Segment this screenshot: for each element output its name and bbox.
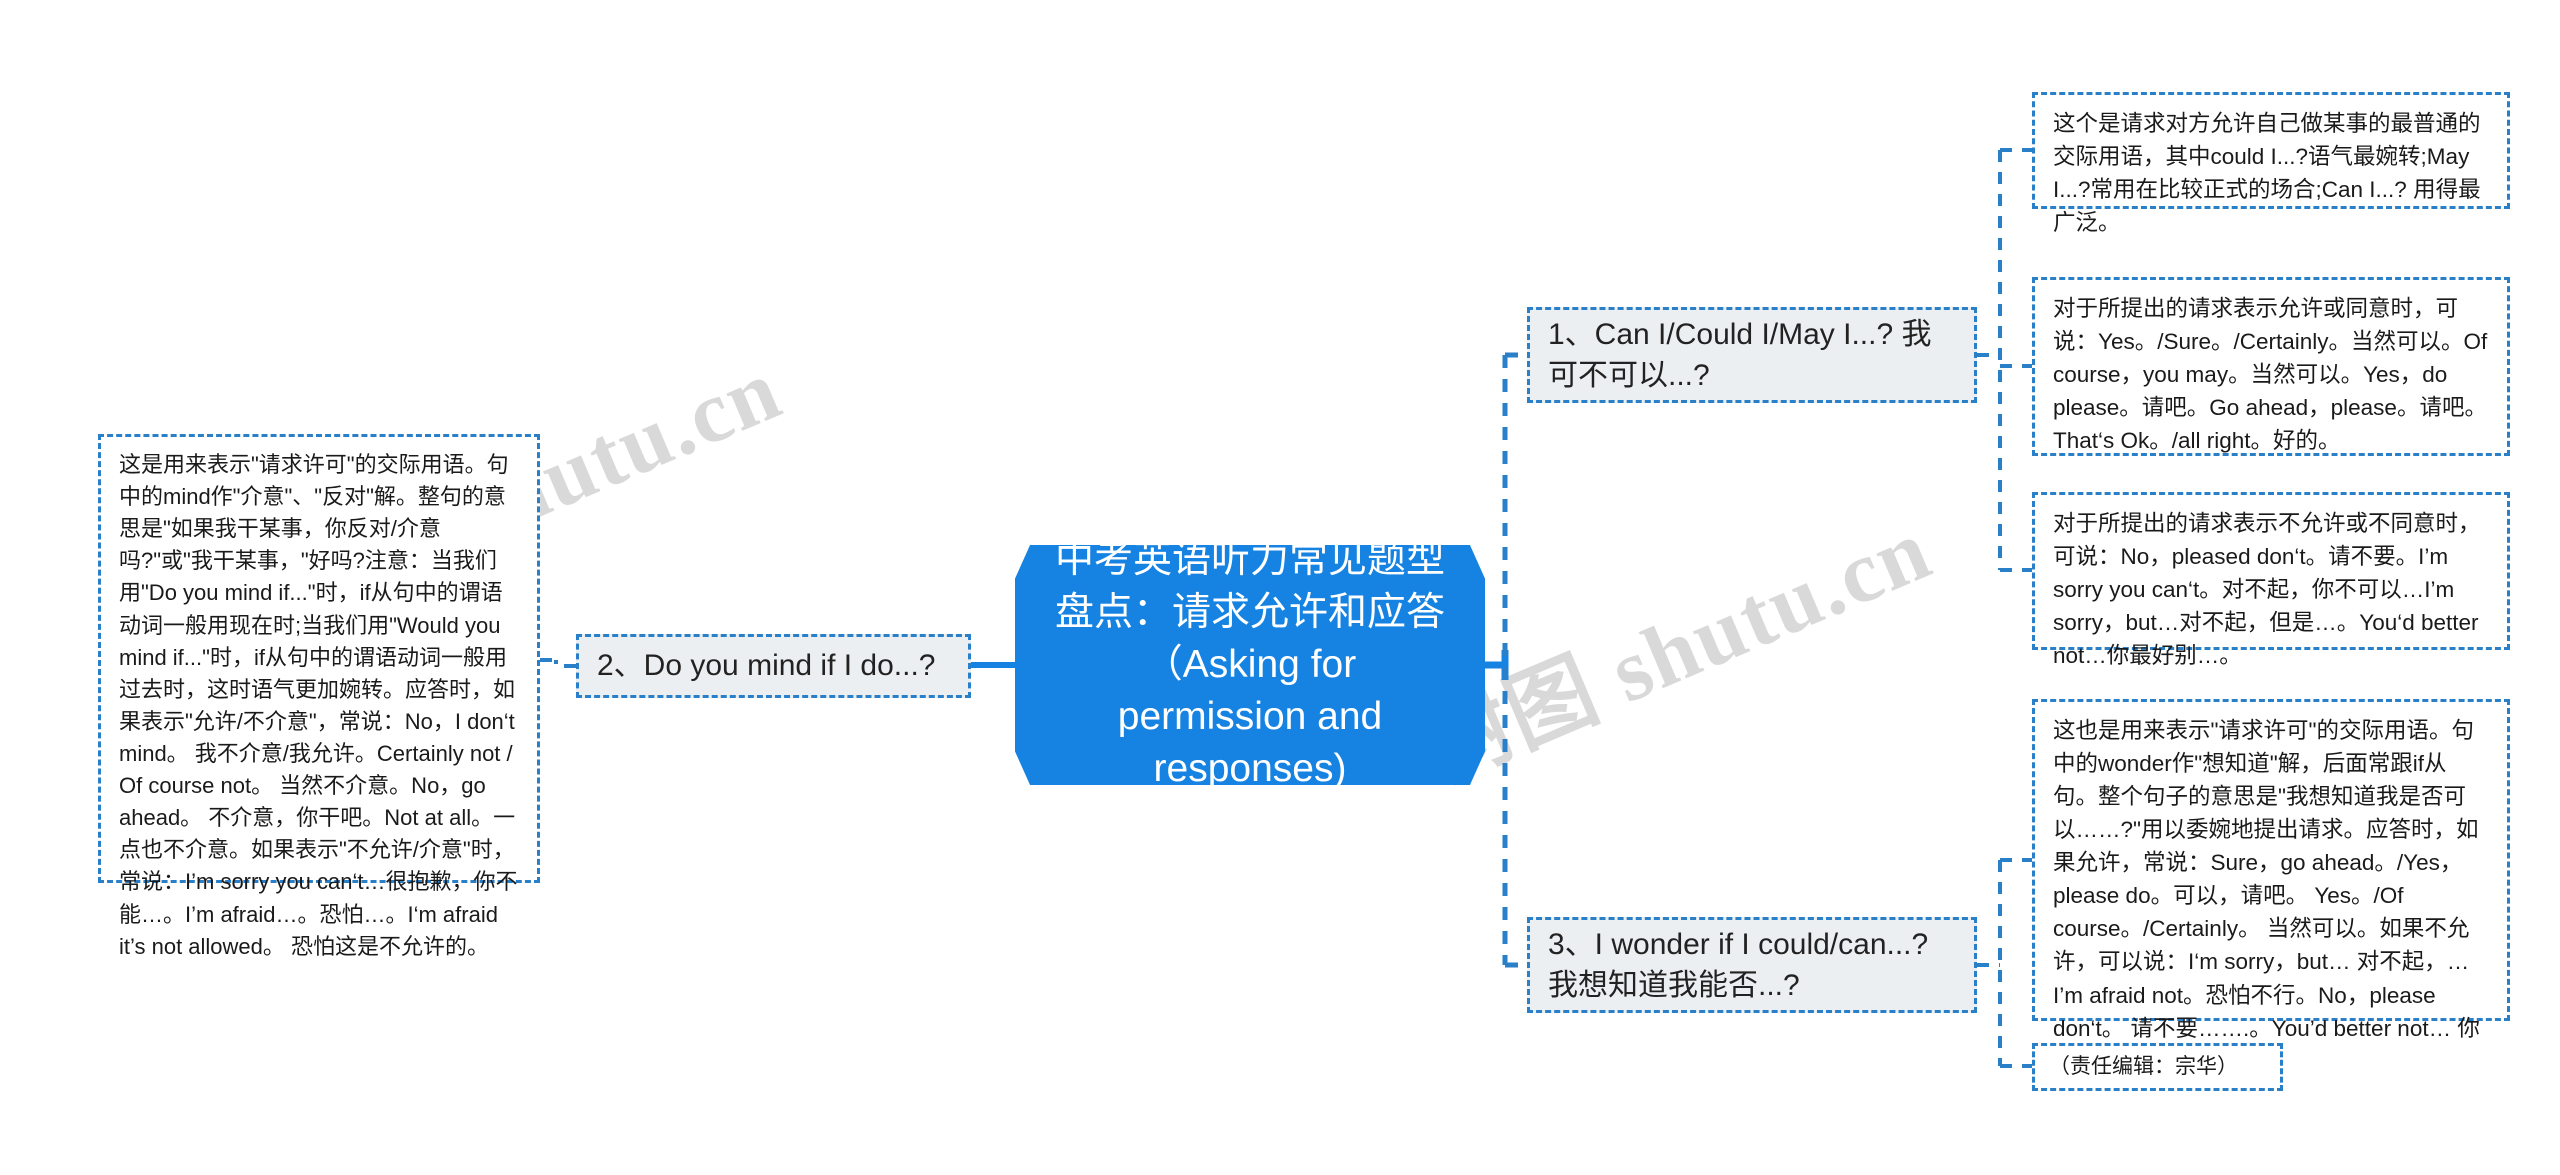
detail-box-negative-responses[interactable]: 对于所提出的请求表示不允许或不同意时，可说：No，pleased don‘t。请… bbox=[2032, 492, 2510, 668]
detail-box-text: 对于所提出的请求表示不允许或不同意时，可说：No，pleased don‘t。请… bbox=[2053, 511, 2481, 669]
root-node-title: 中考英语听力常见题型盘点：请求允许和应答（Asking for permissi… bbox=[1054, 538, 1445, 791]
topic-node-can-could-may[interactable]: 1、Can I/Could I/May I...? 我可不可以...? bbox=[1527, 307, 1977, 403]
topic-node-label: 1、Can I/Could I/May I...? 我可不可以...? bbox=[1548, 317, 1932, 392]
detail-box-text: 这是用来表示"请求许可"的交际用语。句中的mind作"介意"、"反对"解。整句的… bbox=[119, 452, 518, 959]
detail-box-affirmative-responses[interactable]: 对于所提出的请求表示允许或同意时，可说：Yes。/Sure。/Certainly… bbox=[2032, 277, 2510, 456]
root-node[interactable]: 中考英语听力常见题型盘点：请求允许和应答（Asking for permissi… bbox=[1015, 538, 1485, 791]
detail-box-text: 这个是请求对方允许自己做某事的最普通的交际用语，其中could I...?语气最… bbox=[2053, 111, 2481, 236]
topic-node-i-wonder-if[interactable]: 3、I wonder if I could/can...? 我想知道我能否...… bbox=[1527, 917, 1977, 1013]
detail-box-do-you-mind[interactable]: 这是用来表示"请求许可"的交际用语。句中的mind作"介意"、"反对"解。整句的… bbox=[98, 434, 540, 959]
detail-box-usage-notes[interactable]: 这个是请求对方允许自己做某事的最普通的交际用语，其中could I...?语气最… bbox=[2032, 92, 2510, 235]
mindmap-canvas: 树图 shutu.cn 树图 shutu.cn 中考英语听力常见题型盘点：请求允… bbox=[0, 0, 2560, 1175]
topic-node-label: 2、Do you mind if I do...? bbox=[597, 649, 936, 683]
topic-node-label: 3、I wonder if I could/can...? 我想知道我能否...… bbox=[1548, 927, 1929, 1002]
detail-box-wonder-usage[interactable]: 这也是用来表示"请求许可"的交际用语。句中的wonder作"想知道"解，后面常跟… bbox=[2032, 699, 2510, 1074]
detail-box-text: 对于所提出的请求表示允许或同意时，可说：Yes。/Sure。/Certainly… bbox=[2053, 296, 2488, 454]
detail-box-editor-credit[interactable]: （责任编辑：宗华） bbox=[2032, 1043, 2283, 1091]
detail-box-text: （责任编辑：宗华） bbox=[2049, 1054, 2238, 1078]
detail-box-text: 这也是用来表示"请求许可"的交际用语。句中的wonder作"想知道"解，后面常跟… bbox=[2053, 718, 2480, 1074]
topic-node-do-you-mind[interactable]: 2、Do you mind if I do...? bbox=[576, 634, 971, 698]
